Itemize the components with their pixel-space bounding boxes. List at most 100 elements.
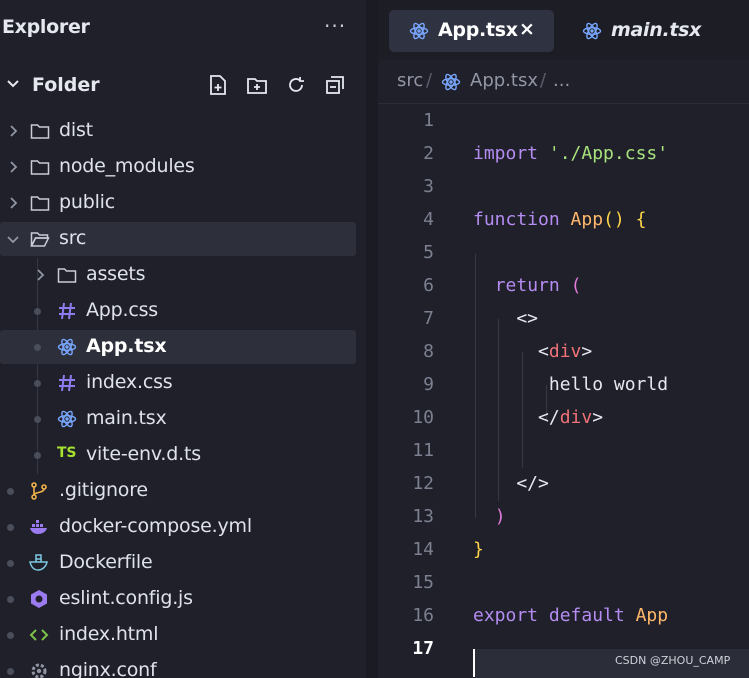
react-icon bbox=[57, 410, 77, 428]
watermark: CSDN @ZHOU_CAMP bbox=[615, 654, 731, 667]
breadcrumb-src[interactable]: src bbox=[397, 70, 423, 91]
folder-icon bbox=[30, 196, 50, 211]
tree-item-label: assets bbox=[86, 263, 146, 285]
breadcrumb-separator: / bbox=[540, 70, 547, 91]
code-token: import bbox=[473, 143, 539, 164]
code-area[interactable]: 1 2 import './App.css' 3 4 function App() {5 6… bbox=[378, 104, 749, 678]
folder-open-icon bbox=[30, 232, 50, 247]
line-number: 13 bbox=[412, 506, 434, 527]
tree-item-node-modules[interactable]: node_modules bbox=[0, 150, 356, 184]
explorer-panel: Explorer ··· Folder dist node_modules pu… bbox=[0, 0, 366, 678]
tree-item-assets[interactable]: assets bbox=[0, 258, 356, 292]
refresh-icon[interactable] bbox=[285, 74, 307, 96]
tab-label: App.tsx bbox=[438, 19, 518, 41]
chevron-right-icon[interactable] bbox=[6, 196, 20, 210]
code-token: <> bbox=[473, 308, 539, 329]
collapse-all-icon[interactable] bbox=[324, 74, 346, 96]
react-icon bbox=[409, 22, 429, 40]
breadcrumb-more[interactable]: ... bbox=[553, 70, 570, 91]
tree-item-label: public bbox=[59, 191, 115, 213]
tree-item-index-html[interactable]: index.html bbox=[0, 618, 356, 652]
line-number: 15 bbox=[412, 572, 434, 593]
tree-item-index-css[interactable]: index.css bbox=[0, 366, 356, 400]
code-token: } bbox=[473, 539, 484, 560]
tab-label: main.tsx bbox=[611, 19, 702, 41]
new-folder-icon[interactable] bbox=[246, 74, 268, 96]
code-token: () bbox=[603, 209, 625, 230]
tree-item-nginx-conf[interactable]: nginx.conf bbox=[0, 654, 356, 678]
tree-item-vite-env[interactable]: TS vite-env.d.ts bbox=[0, 438, 356, 472]
tree-item-gitignore[interactable]: .gitignore bbox=[0, 474, 356, 508]
hash-icon bbox=[59, 302, 75, 320]
tree-item-app-tsx[interactable]: App.tsx bbox=[0, 330, 356, 364]
file-dot bbox=[7, 668, 14, 675]
tree-item-docker-compose[interactable]: docker-compose.yml bbox=[0, 510, 356, 544]
code-line: <div> bbox=[473, 341, 592, 362]
close-icon[interactable]: × bbox=[519, 18, 535, 40]
code-token: return bbox=[494, 275, 560, 296]
code-line: return ( bbox=[473, 275, 582, 296]
folder-icon bbox=[30, 124, 50, 139]
folder-icon bbox=[30, 160, 50, 175]
tree-item-dockerfile[interactable]: Dockerfile bbox=[0, 546, 356, 580]
tab-app-tsx[interactable]: App.tsx × bbox=[389, 10, 554, 52]
breadcrumb: src / App.tsx / ... bbox=[378, 60, 749, 104]
file-dot bbox=[34, 380, 41, 387]
code-line: import './App.css' bbox=[473, 143, 668, 164]
file-dot bbox=[7, 524, 14, 531]
code-token: > bbox=[581, 341, 593, 362]
html-icon bbox=[29, 629, 49, 641]
react-icon bbox=[582, 22, 602, 40]
breadcrumb-separator: / bbox=[426, 70, 433, 91]
explorer-header: Explorer ··· bbox=[0, 0, 366, 56]
tree-item-public[interactable]: public bbox=[0, 186, 356, 220]
code-token: App bbox=[570, 209, 604, 230]
dockerfile-icon bbox=[29, 554, 48, 571]
code-token: function bbox=[473, 209, 560, 230]
code-line: </> bbox=[473, 473, 549, 494]
line-number: 14 bbox=[412, 539, 434, 560]
chevron-right-icon[interactable] bbox=[33, 268, 47, 282]
code-token: ) bbox=[494, 506, 506, 527]
tree-item-label: index.css bbox=[86, 371, 173, 393]
line-number: 11 bbox=[412, 440, 434, 461]
tab-bar: App.tsx × main.tsx bbox=[378, 0, 749, 60]
tree-item-label: node_modules bbox=[59, 155, 195, 177]
tree-item-main-tsx[interactable]: main.tsx bbox=[0, 402, 356, 436]
tree-item-src[interactable]: src bbox=[0, 222, 356, 256]
code-token: { bbox=[635, 209, 647, 230]
breadcrumb-app-tsx[interactable]: App.tsx bbox=[470, 70, 538, 91]
code-token: div bbox=[559, 407, 593, 428]
more-actions-icon[interactable]: ··· bbox=[324, 14, 346, 38]
tree-item-label: main.tsx bbox=[86, 407, 167, 429]
code-token: ( bbox=[570, 275, 582, 296]
tree-item-eslint[interactable]: eslint.config.js bbox=[0, 582, 356, 616]
chevron-right-icon[interactable] bbox=[6, 124, 20, 138]
line-number: 8 bbox=[423, 341, 434, 362]
line-number: 10 bbox=[412, 407, 434, 428]
gear-icon bbox=[31, 663, 47, 678]
code-token: hello world bbox=[473, 374, 669, 395]
tree-item-app-css[interactable]: App.css bbox=[0, 294, 356, 328]
root-folder-row[interactable]: Folder bbox=[0, 66, 366, 104]
chevron-right-icon[interactable] bbox=[6, 160, 20, 174]
docker-icon bbox=[30, 520, 47, 534]
panel-divider[interactable] bbox=[366, 0, 378, 678]
chevron-down-icon[interactable] bbox=[6, 232, 20, 246]
react-icon bbox=[57, 338, 77, 356]
tree-item-label: dist bbox=[59, 119, 93, 141]
chevron-down-icon[interactable] bbox=[5, 76, 21, 92]
tree-item-dist[interactable]: dist bbox=[0, 114, 356, 148]
tree-item-label: App.tsx bbox=[86, 335, 167, 357]
line-number: 3 bbox=[423, 176, 434, 197]
tree-item-label: nginx.conf bbox=[59, 659, 157, 678]
tab-main-tsx[interactable]: main.tsx bbox=[562, 10, 722, 52]
new-file-icon[interactable] bbox=[207, 74, 229, 96]
tree-item-label: eslint.config.js bbox=[59, 587, 193, 609]
